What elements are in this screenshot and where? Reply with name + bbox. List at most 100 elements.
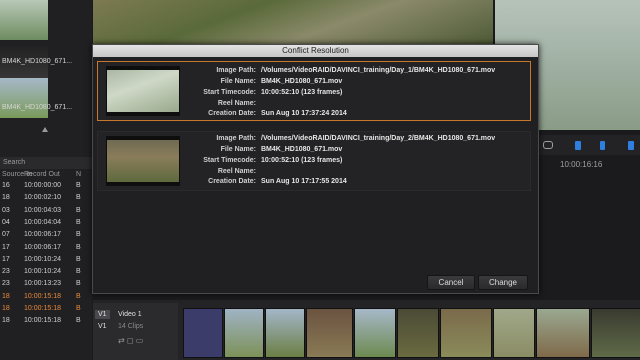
file-name-value: BM4K_HD1080_671.mov <box>261 146 343 153</box>
table-cell: 23 <box>2 280 10 288</box>
table-cell: 17 <box>2 255 10 263</box>
marker-icon[interactable] <box>575 141 581 150</box>
table-cell: B <box>76 231 81 239</box>
table-cell: B <box>76 182 81 189</box>
timeline-clip[interactable] <box>224 308 264 358</box>
media-thumbnail[interactable] <box>0 0 48 40</box>
track-name: Video 1 <box>118 311 142 318</box>
start-timecode-label: Start Timecode: <box>203 89 256 96</box>
creation-date-label: Creation Date: <box>208 178 256 185</box>
conflict-entry-day2[interactable]: Image Path: /Volumes/VideoRAID/DAVINCI_t… <box>97 131 531 191</box>
table-cell: 10:00:00:00 <box>24 182 61 189</box>
reel-name-label: Reel Name: <box>217 100 256 107</box>
table-cell: 10:00:10:24 <box>24 255 61 263</box>
table-row[interactable]: 23 10:00:10:24 B <box>0 268 92 280</box>
timeline-clip[interactable] <box>354 308 396 358</box>
timeline-clip[interactable] <box>306 308 353 358</box>
search-placeholder: Search <box>3 159 26 166</box>
table-row[interactable]: 03 10:00:04:03 B <box>0 207 92 219</box>
file-name-value: BM4K_HD1080_671.mov <box>261 78 343 85</box>
timeline-timecode: 10:00:16:16 <box>560 160 603 169</box>
timeline-clip[interactable] <box>493 308 535 358</box>
change-button[interactable]: Change <box>478 275 528 290</box>
conflict-entry-day1[interactable]: Image Path: /Volumes/VideoRAID/DAVINCI_t… <box>97 61 531 121</box>
table-row[interactable]: 16 10:00:00:00 B <box>0 182 92 194</box>
conflict-resolution-dialog: Conflict Resolution Image Path: /Volumes… <box>92 44 539 294</box>
table-cell: 07 <box>2 231 10 239</box>
creation-date-value: Sun Aug 10 17:17:55 2014 <box>261 178 347 185</box>
image-path-value: /Volumes/VideoRAID/DAVINCI_training/Day_… <box>261 67 496 74</box>
flag-icon[interactable] <box>600 141 605 150</box>
timeline-clip[interactable] <box>265 308 305 358</box>
image-path-value: /Volumes/VideoRAID/DAVINCI_training/Day_… <box>261 135 496 142</box>
table-cell: 18 <box>2 292 10 300</box>
table-cell: B <box>76 243 81 251</box>
table-cell: B <box>76 206 81 214</box>
thumbnail-label: BM4K_HD1080_671... <box>2 104 73 111</box>
table-cell: 10:00:15:18 <box>24 305 61 312</box>
creation-date-value: Sun Aug 10 17:37:24 2014 <box>261 110 347 117</box>
image-path-label: Image Path: <box>216 67 256 74</box>
table-row[interactable]: 07 10:00:06:17 B <box>0 231 92 243</box>
table-row[interactable]: 23 10:00:13:23 B <box>0 280 92 292</box>
timeline-clip[interactable] <box>397 308 439 358</box>
timeline-clip[interactable] <box>591 308 640 358</box>
table-cell: 10:00:02:10 <box>24 194 61 202</box>
column-header[interactable]: Record Out <box>24 171 60 178</box>
table-cell: 10:00:04:03 <box>24 206 61 214</box>
table-cell: 10:00:10:24 <box>24 268 61 276</box>
viewer-image <box>93 0 493 44</box>
start-timecode-value: 10:00:52:10 (123 frames) <box>261 89 343 96</box>
table-cell: 10:00:06:17 <box>24 243 61 251</box>
clip-thumbnail <box>106 66 180 116</box>
track-lock-icon[interactable]: ⇄ ◻ ▭ <box>118 336 143 345</box>
table-cell: 10:00:06:17 <box>24 231 61 239</box>
table-row[interactable]: 18 10:00:15:18 B <box>0 293 92 305</box>
track-source-label[interactable]: V1 <box>95 310 110 319</box>
media-pool-panel: BM4K_HD1080_671... BM4K_HD1080_671... Se… <box>0 0 92 360</box>
thumbnail-label: BM4K_HD1080_671... <box>2 58 73 65</box>
table-cell: B <box>76 255 81 263</box>
scroll-up-icon[interactable] <box>42 127 48 132</box>
table-cell: 10:00:15:18 <box>24 292 61 300</box>
table-cell: B <box>76 280 81 288</box>
media-thumbnail[interactable] <box>0 78 48 118</box>
table-row[interactable]: 18 10:00:15:18 B <box>0 317 92 329</box>
table-cell: 18 <box>2 305 10 312</box>
table-cell: 10:00:04:04 <box>24 218 61 226</box>
table-cell: B <box>76 268 81 276</box>
table-cell: 03 <box>2 206 10 214</box>
loop-icon[interactable] <box>543 141 553 149</box>
table-cell: B <box>76 292 81 300</box>
clip-count: 14 Clips <box>118 323 144 330</box>
table-row[interactable]: 04 10:00:04:04 B <box>0 219 92 231</box>
table-cell: 18 <box>2 194 10 202</box>
track-header: V1 V1 Video 1 14 Clips ⇄ ◻ ▭ <box>93 303 178 360</box>
table-cell: 17 <box>2 243 10 251</box>
marker-icon[interactable] <box>628 141 634 150</box>
table-row[interactable]: 17 10:00:10:24 B <box>0 256 92 268</box>
table-cell: B <box>76 218 81 226</box>
file-name-label: File Name: <box>220 78 256 85</box>
dialog-title: Conflict Resolution <box>93 45 538 57</box>
table-row[interactable]: 17 10:00:06:17 B <box>0 244 92 256</box>
creation-date-label: Creation Date: <box>208 110 256 117</box>
table-cell: 04 <box>2 218 10 226</box>
table-row[interactable]: 18 10:00:02:10 B <box>0 194 92 206</box>
cancel-button[interactable]: Cancel <box>427 275 475 290</box>
table-cell: 10:00:13:23 <box>24 280 61 288</box>
table-cell: 23 <box>2 268 10 276</box>
timeline-clip[interactable] <box>183 308 223 358</box>
image-path-label: Image Path: <box>216 135 256 142</box>
timeline-clip[interactable] <box>536 308 590 358</box>
start-timecode-value: 10:00:52:10 (123 frames) <box>261 157 343 164</box>
column-header[interactable]: N <box>76 171 81 178</box>
timeline-clip[interactable] <box>440 308 492 358</box>
track-label: V1 <box>98 323 107 330</box>
file-name-label: File Name: <box>220 146 256 153</box>
table-cell: 10:00:15:18 <box>24 317 61 325</box>
start-timecode-label: Start Timecode: <box>203 157 256 164</box>
table-cell: 16 <box>2 182 10 189</box>
table-row[interactable]: 18 10:00:15:18 B <box>0 305 92 317</box>
clip-thumbnail <box>106 136 180 186</box>
